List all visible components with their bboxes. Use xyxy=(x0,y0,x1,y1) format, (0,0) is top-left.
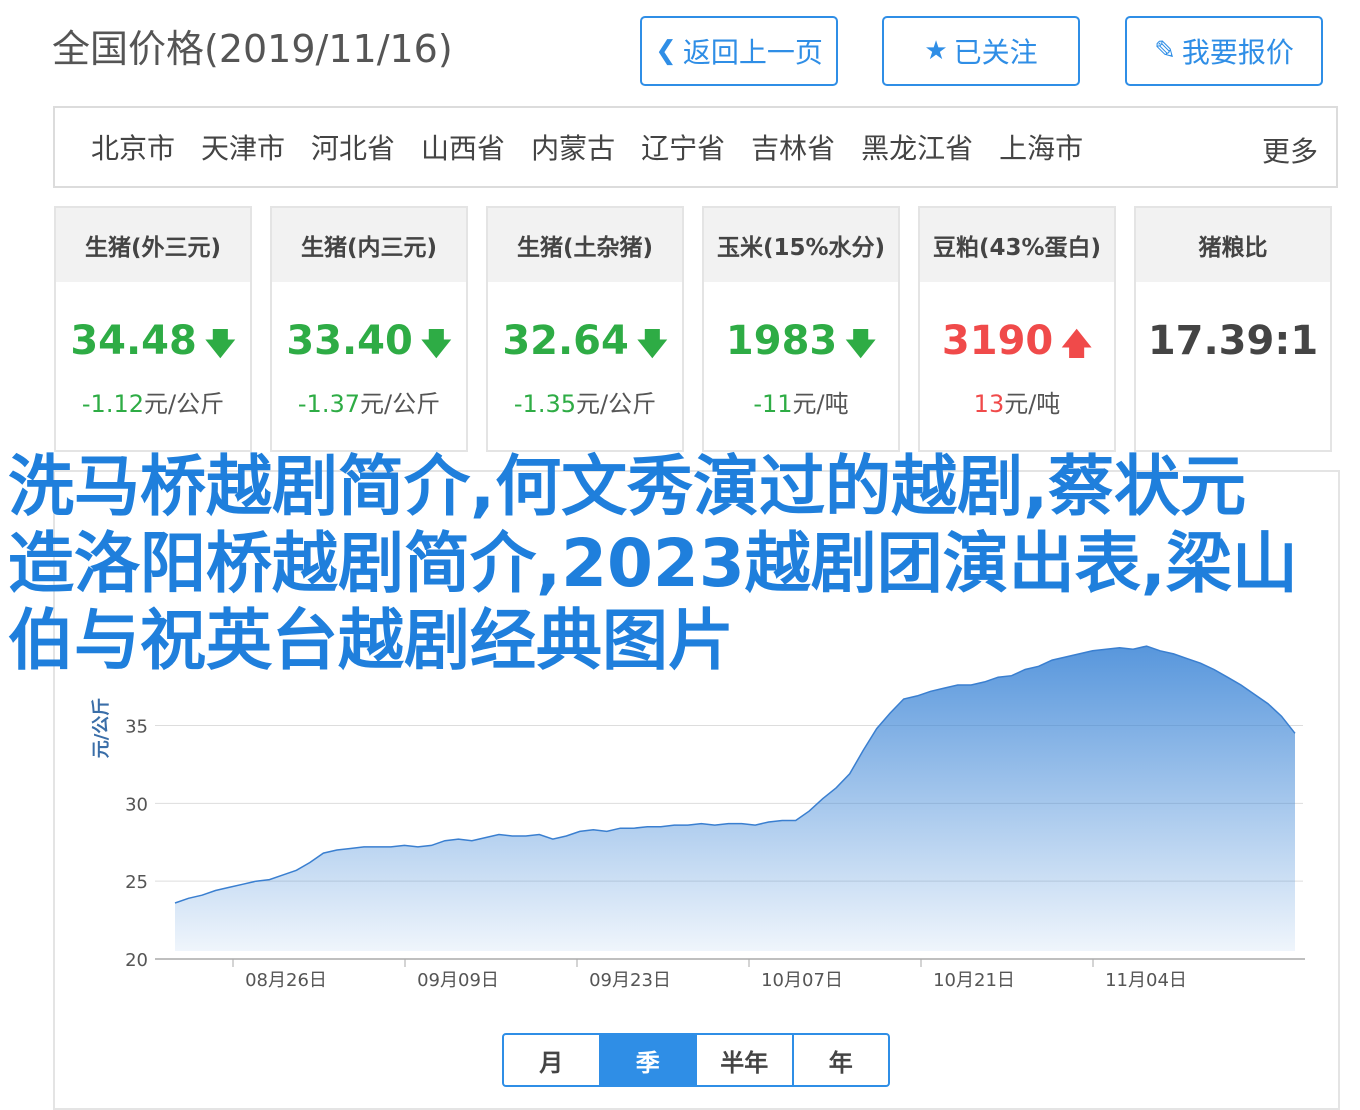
arrow-up-icon: 🡅 xyxy=(1061,327,1093,362)
period-selector: 月 季 半年 年 xyxy=(502,1033,890,1087)
card-value: 1983 🡇 xyxy=(725,318,877,364)
card-title: 生猪(内三元) xyxy=(272,208,466,282)
chart-area xyxy=(175,646,1295,951)
card-value: 32.64 🡇 xyxy=(502,318,668,364)
region-item[interactable]: 辽宁省 xyxy=(641,127,725,167)
region-bar: 北京市 天津市 河北省 山西省 内蒙古 辽宁省 吉林省 黑龙江省 上海市 更多 xyxy=(53,106,1338,188)
card-title: 猪粮比 xyxy=(1136,208,1330,282)
period-quarter[interactable]: 季 xyxy=(600,1035,697,1085)
region-item[interactable]: 河北省 xyxy=(311,127,395,167)
y-tick-label: 25 xyxy=(125,872,148,893)
region-item[interactable]: 黑龙江省 xyxy=(861,127,973,167)
x-tick-label: 10月07日 xyxy=(761,970,843,991)
chevron-left-icon: ❮ xyxy=(655,36,677,66)
region-item[interactable]: 内蒙古 xyxy=(531,127,615,167)
arrow-down-icon: 🡇 xyxy=(204,327,236,362)
arrow-down-icon: 🡇 xyxy=(845,327,877,362)
card-value: 17.39:1 xyxy=(1147,318,1319,364)
card-value: 34.48 🡇 xyxy=(70,318,236,364)
card-value: 33.40 🡇 xyxy=(286,318,452,364)
edit-icon: ✎ xyxy=(1154,36,1176,66)
period-half-year[interactable]: 半年 xyxy=(697,1035,794,1085)
card-title: 玉米(15%水分) xyxy=(704,208,898,282)
arrow-down-icon: 🡇 xyxy=(420,327,452,362)
card-change: -11元/吨 xyxy=(753,390,849,418)
y-tick-label: 30 xyxy=(125,794,148,815)
follow-button-label: 已关注 xyxy=(953,36,1038,69)
y-tick-label: 20 xyxy=(125,950,148,971)
region-item[interactable]: 山西省 xyxy=(421,127,505,167)
x-tick-label: 11月04日 xyxy=(1105,970,1187,991)
star-icon: ★ xyxy=(924,36,948,66)
x-tick-label: 09月23日 xyxy=(589,970,671,991)
card-title: 生猪(外三元) xyxy=(56,208,250,282)
price-card[interactable]: 生猪(土杂猪) 32.64 🡇 -1.35元/公斤 xyxy=(486,206,684,452)
follow-button[interactable]: ★ 已关注 xyxy=(882,16,1080,86)
overlay-headline: 洗马桥越剧简介,何文秀演过的越剧,蔡状元造洛阳桥越剧简介,2023越剧团演出表,… xyxy=(8,448,1298,679)
price-card[interactable]: 生猪(内三元) 33.40 🡇 -1.37元/公斤 xyxy=(270,206,468,452)
region-item[interactable]: 吉林省 xyxy=(751,127,835,167)
back-button-label: 返回上一页 xyxy=(682,36,823,69)
x-tick-label: 08月26日 xyxy=(245,970,327,991)
card-change: -1.35元/公斤 xyxy=(513,390,657,418)
x-tick-label: 09月09日 xyxy=(417,970,499,991)
card-value: 3190 🡅 xyxy=(941,318,1093,364)
quote-button-label: 我要报价 xyxy=(1181,36,1294,69)
back-button[interactable]: ❮ 返回上一页 xyxy=(640,16,838,86)
price-card[interactable]: 豆粕(43%蛋白) 3190 🡅 13元/吨 xyxy=(918,206,1116,452)
more-regions-link[interactable]: 更多 xyxy=(1262,130,1318,170)
card-title: 豆粕(43%蛋白) xyxy=(920,208,1114,282)
page-title: 全国价格(2019/11/16) xyxy=(52,27,453,71)
price-card[interactable]: 玉米(15%水分) 1983 🡇 -11元/吨 xyxy=(702,206,900,452)
region-item[interactable]: 天津市 xyxy=(201,127,285,167)
card-change: -1.37元/公斤 xyxy=(297,390,441,418)
region-item[interactable]: 上海市 xyxy=(999,127,1083,167)
price-card[interactable]: 生猪(外三元) 34.48 🡇 -1.12元/公斤 xyxy=(54,206,252,452)
arrow-down-icon: 🡇 xyxy=(636,327,668,362)
price-card[interactable]: 猪粮比 17.39:1 xyxy=(1134,206,1332,452)
quote-button[interactable]: ✎ 我要报价 xyxy=(1125,16,1323,86)
period-year[interactable]: 年 xyxy=(794,1035,889,1085)
card-change: 13元/吨 xyxy=(973,390,1061,418)
card-change: -1.12元/公斤 xyxy=(81,390,225,418)
card-title: 生猪(土杂猪) xyxy=(488,208,682,282)
x-tick-label: 10月21日 xyxy=(933,970,1015,991)
period-month[interactable]: 月 xyxy=(504,1035,601,1085)
region-item[interactable]: 北京市 xyxy=(91,127,175,167)
y-tick-label: 35 xyxy=(125,717,148,738)
y-axis-label: 元/公斤 xyxy=(91,698,112,759)
